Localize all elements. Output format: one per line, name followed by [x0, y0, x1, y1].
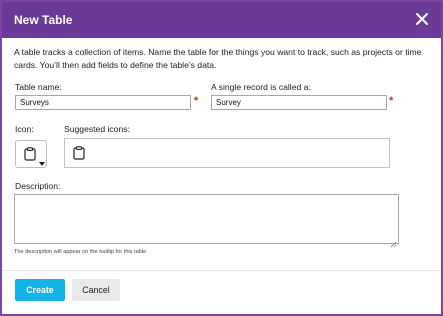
footer-divider — [2, 270, 441, 271]
suggested-icons-label: Suggested icons: — [64, 124, 130, 134]
close-icon[interactable] — [413, 10, 431, 28]
table-name-input[interactable] — [15, 95, 191, 110]
table-name-required-marker: * — [194, 95, 199, 107]
cancel-button[interactable]: Cancel — [72, 279, 120, 301]
new-table-dialog: New Table A table tracks a collection of… — [2, 2, 441, 314]
intro-text: A table tracks a collection of items. Na… — [14, 47, 422, 70]
create-button[interactable]: Create — [15, 279, 65, 301]
description-label: Description: — [15, 181, 61, 191]
clipboard-icon[interactable] — [73, 146, 85, 165]
description-textarea[interactable] — [14, 194, 399, 244]
chevron-down-icon — [39, 153, 45, 171]
record-name-input[interactable] — [211, 95, 387, 110]
record-name-required-marker: * — [389, 95, 394, 107]
resize-grip-icon[interactable] — [390, 235, 397, 253]
icon-picker-dropdown[interactable] — [15, 140, 47, 168]
dialog-title: New Table — [14, 13, 73, 27]
clipboard-icon — [24, 147, 36, 166]
dialog-title-bar: New Table — [2, 2, 441, 38]
icon-label: Icon: — [15, 124, 34, 134]
description-hint: The description will appear on the toolt… — [14, 249, 147, 255]
suggested-icons-panel — [64, 138, 390, 168]
record-name-label: A single record is called a: — [211, 82, 311, 92]
table-name-label: Table name: — [15, 82, 62, 92]
